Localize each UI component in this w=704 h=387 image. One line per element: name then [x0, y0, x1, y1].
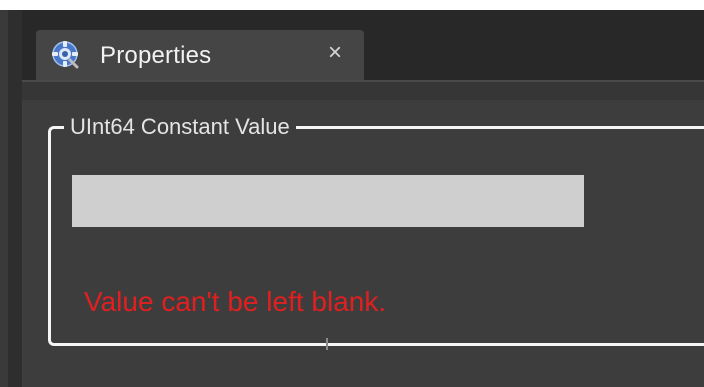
properties-gear-icon [50, 39, 80, 69]
properties-window: Properties × UInt64 Constant Value Value… [0, 0, 704, 387]
window-left-edge [0, 10, 8, 387]
window-left-gutter [8, 10, 22, 387]
splitter-tick [326, 338, 328, 350]
close-icon[interactable]: × [322, 38, 348, 68]
group-legend: UInt64 Constant Value [64, 114, 296, 140]
window-top-strip [0, 0, 704, 10]
tab-properties[interactable]: Properties × [36, 30, 364, 82]
panel-header-shade [22, 82, 704, 100]
tab-title: Properties [100, 42, 212, 69]
constant-value-input[interactable] [72, 175, 584, 227]
validation-error-message: Value can't be left blank. [84, 286, 387, 317]
